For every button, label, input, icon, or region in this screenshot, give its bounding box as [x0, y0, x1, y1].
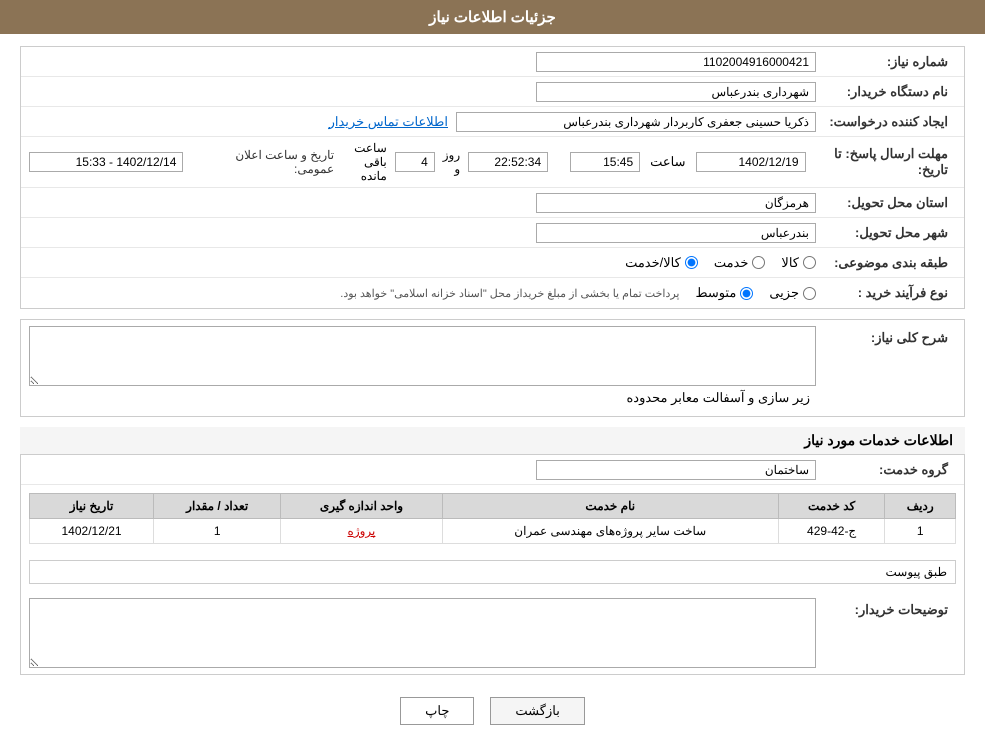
- page-title: جزئیات اطلاعات نیاز: [429, 9, 556, 26]
- eijad-konande-value: اطلاعات تماس خریدار: [29, 112, 816, 132]
- announce-time-area: تاریخ و ساعت اعلان عمومی: 1402/12/14 - 1…: [29, 148, 354, 176]
- noe-farayand-value: جزیی متوسط پرداخت تمام یا بخشی از مبلغ خ…: [29, 285, 816, 301]
- mohlat-value: ساعت روز و ساعت باقی مانده: [354, 141, 805, 183]
- footer-buttons: بازگشت چاپ: [20, 685, 965, 737]
- services-section-title: اطلاعات خدمات مورد نیاز: [20, 427, 965, 455]
- buyer-notes-textarea[interactable]: [29, 598, 816, 668]
- services-content: گروه خدمت: ردیف کد خدمت نام خدمت واحد ان…: [20, 455, 965, 675]
- shahr-row: شهر محل تحویل:: [21, 218, 964, 248]
- col-vahed: واحد اندازه گیری: [281, 494, 442, 519]
- farayand-motevaset[interactable]: متوسط: [695, 285, 753, 301]
- mohlat-date-input[interactable]: [696, 152, 806, 172]
- page-header: جزئیات اطلاعات نیاز: [0, 0, 985, 34]
- tabaqe-kala[interactable]: کالا: [781, 255, 816, 271]
- col-kod: کد خدمت: [778, 494, 884, 519]
- mohlat-days-input[interactable]: [395, 152, 435, 172]
- tabaqe-label: طبقه بندی موضوعی:: [816, 255, 956, 271]
- sharh-textarea[interactable]: [29, 326, 816, 386]
- tabaqe-row: طبقه بندی موضوعی: کالا خدمت کالا/خدمت: [21, 248, 964, 278]
- cell-tarikh: 1402/12/21: [30, 519, 154, 544]
- mohlat-row: مهلت ارسال پاسخ: تا تاریخ: ساعت روز و سا…: [21, 137, 964, 188]
- sharh-value-area: زیر سازی و آسفالت معابر محدوده: [29, 326, 816, 410]
- cell-tedad: 1: [154, 519, 281, 544]
- mohlat-time-input[interactable]: [570, 152, 640, 172]
- services-table: ردیف کد خدمت نام خدمت واحد اندازه گیری ت…: [29, 493, 956, 544]
- tabq-peivast-area: طبق پیوست: [29, 560, 956, 584]
- col-tedad: تعداد / مقدار: [154, 494, 281, 519]
- ostan-value: [29, 193, 816, 213]
- ostan-row: استان محل تحویل:: [21, 188, 964, 218]
- buyer-notes-row: توضیحات خریدار:: [21, 592, 964, 674]
- mohlat-label: مهلت ارسال پاسخ: تا تاریخ:: [806, 146, 956, 178]
- farayand-note: پرداخت تمام یا بخشی از مبلغ خریداز محل "…: [340, 287, 679, 300]
- table-row: 1 ج-42-429 ساخت سایر پروژه‌های مهندسی عم…: [30, 519, 956, 544]
- sharh-section: شرح کلی نیاز: زیر سازی و آسفالت معابر مح…: [20, 319, 965, 417]
- nam-dastgah-row: نام دستگاه خریدار:: [21, 77, 964, 107]
- ostan-label: استان محل تحویل:: [816, 195, 956, 211]
- main-content: شماره نیاز: نام دستگاه خریدار: ایجاد کنن…: [0, 34, 985, 749]
- cell-vahed: پروژه: [281, 519, 442, 544]
- shomare-niaz-input[interactable]: [536, 52, 816, 72]
- shomare-niaz-label: شماره نیاز:: [816, 54, 956, 70]
- page-wrapper: جزئیات اطلاعات نیاز شماره نیاز: نام دستگ…: [0, 0, 985, 749]
- eijad-konande-row: ایجاد کننده درخواست: اطلاعات تماس خریدار: [21, 107, 964, 137]
- noe-farayand-label: نوع فرآیند خرید :: [816, 285, 956, 301]
- cell-kod: ج-42-429: [778, 519, 884, 544]
- geroh-khadamat-input[interactable]: [536, 460, 816, 480]
- shomare-niaz-row: شماره نیاز:: [21, 47, 964, 77]
- announce-value: 1402/12/14 - 15:33: [29, 152, 183, 172]
- ostan-input[interactable]: [536, 193, 816, 213]
- remaining-row: روز و ساعت باقی مانده: [354, 141, 548, 183]
- nam-dastgah-label: نام دستگاه خریدار:: [816, 84, 956, 100]
- shomare-niaz-value: [29, 52, 816, 72]
- cell-radif: 1: [885, 519, 956, 544]
- shahr-input[interactable]: [536, 223, 816, 243]
- shahr-value: [29, 223, 816, 243]
- col-tarikh: تاریخ نیاز: [30, 494, 154, 519]
- tabaqe-kala-khadamat[interactable]: کالا/خدمت: [625, 255, 698, 271]
- eijad-konande-label: ایجاد کننده درخواست:: [816, 114, 956, 130]
- tabq-peivast-text: طبق پیوست: [885, 565, 947, 579]
- print-button[interactable]: چاپ: [400, 697, 474, 725]
- shahr-label: شهر محل تحویل:: [816, 225, 956, 241]
- geroh-khadamat-value: [29, 460, 816, 480]
- back-button[interactable]: بازگشت: [490, 697, 584, 725]
- buyer-notes-label: توضیحات خریدار:: [816, 598, 956, 618]
- col-radif: ردیف: [885, 494, 956, 519]
- buyer-notes-content: [29, 598, 816, 668]
- noe-farayand-row: نوع فرآیند خرید : جزیی متوسط پرداخت تمام…: [21, 278, 964, 308]
- mohlat-remaining-label: روز و: [443, 148, 460, 176]
- geroh-khadamat-row: گروه خدمت:: [21, 455, 964, 485]
- tabaqe-options: کالا خدمت کالا/خدمت: [29, 255, 816, 271]
- cell-nam: ساخت سایر پروژه‌های مهندسی عمران: [442, 519, 778, 544]
- col-nam: نام خدمت: [442, 494, 778, 519]
- sharh-text: زیر سازی و آسفالت معابر محدوده: [29, 386, 816, 410]
- info-section: شماره نیاز: نام دستگاه خریدار: ایجاد کنن…: [20, 46, 965, 309]
- contact-info-link[interactable]: اطلاعات تماس خریدار: [329, 114, 448, 130]
- announce-label: تاریخ و ساعت اعلان عمومی:: [197, 148, 334, 176]
- geroh-khadamat-label: گروه خدمت:: [816, 462, 956, 478]
- eijad-konande-input[interactable]: [456, 112, 816, 132]
- mohlat-datetime: ساعت روز و ساعت باقی مانده: [354, 141, 805, 183]
- mohlat-clock-input[interactable]: [468, 152, 548, 172]
- nam-dastgah-input[interactable]: [536, 82, 816, 102]
- mohlat-time-label: ساعت: [650, 154, 685, 170]
- farayand-jazee[interactable]: جزیی: [769, 285, 816, 301]
- tabaqe-khadamat[interactable]: خدمت: [714, 255, 766, 271]
- services-table-container: ردیف کد خدمت نام خدمت واحد اندازه گیری ت…: [21, 485, 964, 552]
- nam-dastgah-value: [29, 82, 816, 102]
- sharh-label: شرح کلی نیاز:: [816, 326, 956, 346]
- mohlat-remaining-suffix: ساعت باقی مانده: [354, 141, 387, 183]
